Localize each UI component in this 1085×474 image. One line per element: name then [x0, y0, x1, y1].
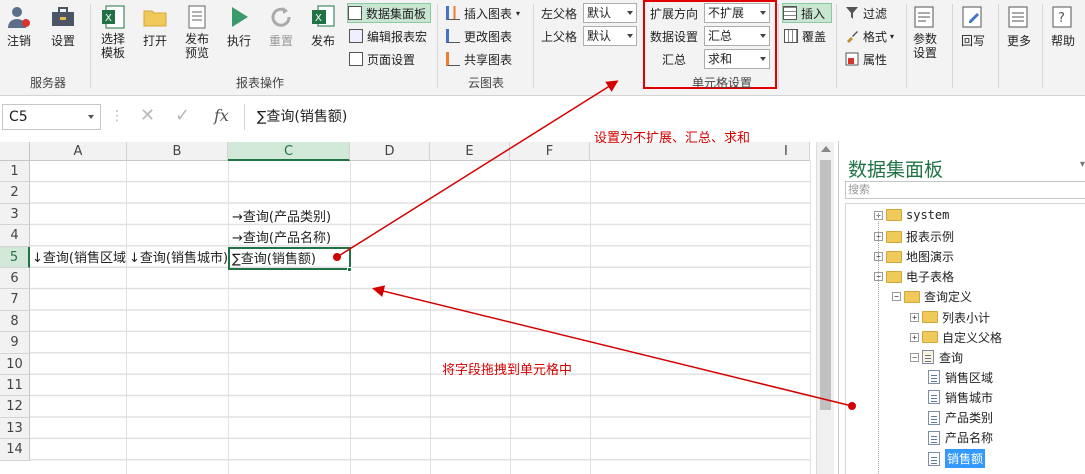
arrow-origin-dot [333, 253, 341, 261]
arrow-to-cell-settings [336, 80, 619, 258]
annotation-arrows [333, 80, 856, 410]
arrow-origin-dot [848, 402, 856, 410]
arrow-field-to-cell [372, 285, 853, 407]
